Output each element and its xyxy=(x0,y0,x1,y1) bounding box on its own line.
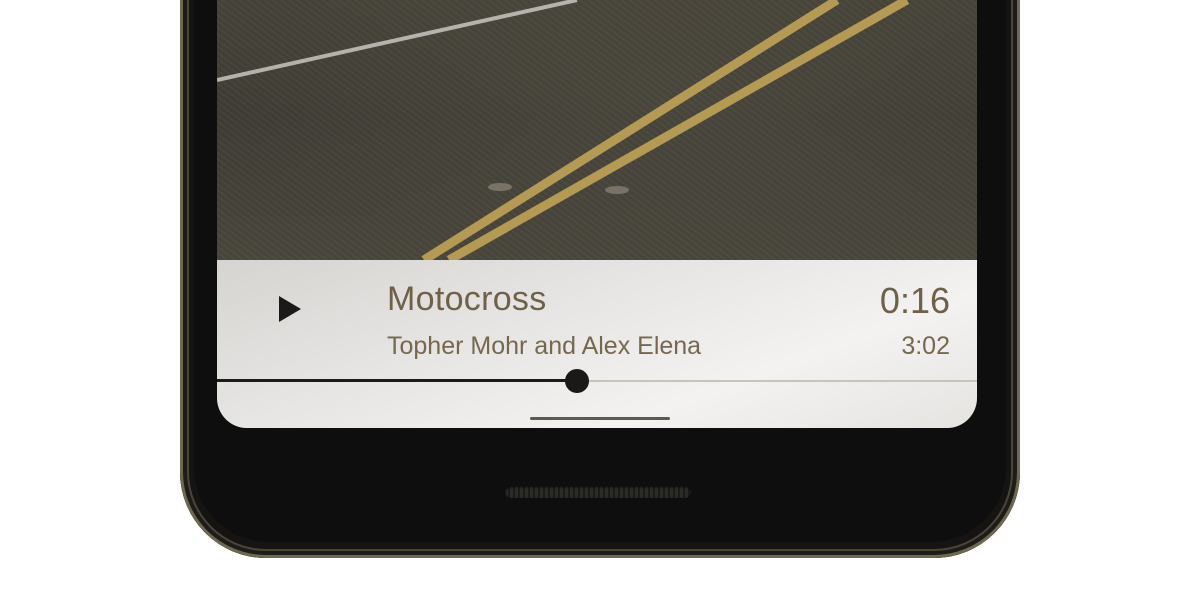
scrubber-handle[interactable] xyxy=(565,369,589,393)
progress-fill xyxy=(217,379,577,382)
road-markings xyxy=(217,0,910,260)
road-edge-line xyxy=(217,0,578,82)
video-background xyxy=(217,0,977,260)
road-reflector xyxy=(605,186,629,194)
play-icon xyxy=(279,296,301,322)
audio-player-panel: Motocross Topher Mohr and Alex Elena 0:1… xyxy=(217,260,977,428)
track-title: Motocross xyxy=(387,280,547,318)
track-artist: Topher Mohr and Alex Elena xyxy=(387,332,702,360)
speaker-grille xyxy=(505,486,691,498)
elapsed-time: 0:16 xyxy=(879,280,950,321)
center-line-left xyxy=(421,0,840,260)
progress-track[interactable] xyxy=(217,369,977,393)
play-button[interactable] xyxy=(275,294,305,324)
road-reflector xyxy=(488,183,512,191)
center-line-right xyxy=(446,0,910,260)
track-duration: 3:02 xyxy=(901,332,950,360)
home-indicator[interactable] xyxy=(530,417,670,420)
device-mockup: Motocross Topher Mohr and Alex Elena 0:1… xyxy=(0,0,1200,600)
phone-screen: Motocross Topher Mohr and Alex Elena 0:1… xyxy=(217,0,977,428)
